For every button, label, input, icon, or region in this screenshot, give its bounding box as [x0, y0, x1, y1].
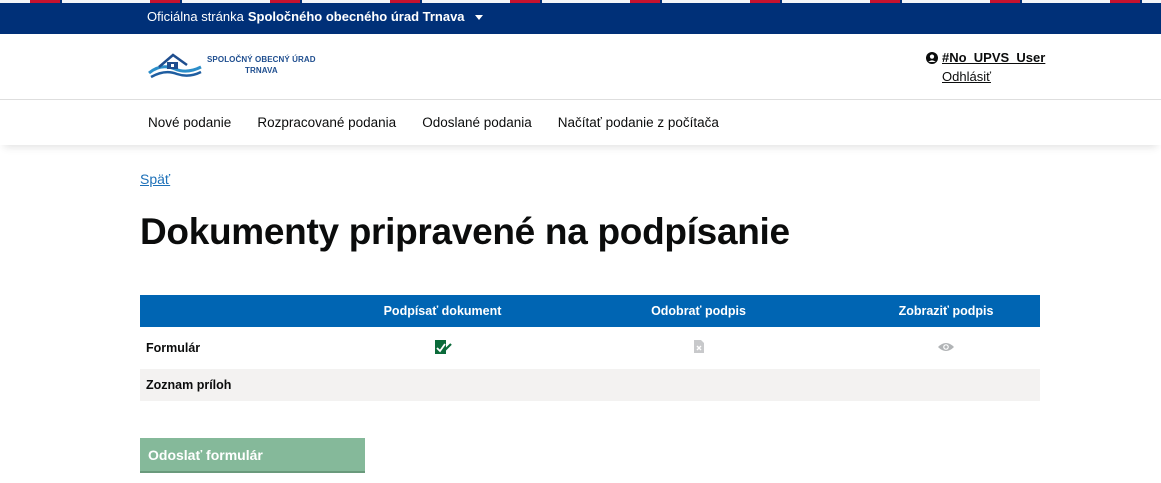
- back-link[interactable]: Späť: [140, 171, 170, 187]
- user-profile-link[interactable]: #No_UPVS_User: [926, 50, 1045, 65]
- table-header-show-signature: Zobraziť podpis: [852, 295, 1040, 327]
- user-block: #No_UPVS_User Odhlásiť: [926, 50, 1045, 84]
- table-cell-empty: [340, 369, 545, 401]
- table-cell-empty: [545, 369, 852, 401]
- sign-document-cell: [340, 327, 545, 369]
- page-title: Dokumenty pripravené na podpísanie: [140, 211, 790, 252]
- site-logo[interactable]: SPOLOČNÝ OBECNÝ ÚRAD TRNAVA: [147, 51, 316, 79]
- logo-text: SPOLOČNÝ OBECNÝ ÚRAD TRNAVA: [207, 54, 316, 76]
- remove-signature-icon: [693, 340, 704, 353]
- official-site-org: Spoločného obecného úrad Trnava: [247, 9, 465, 24]
- main-navigation: Nové podanie Rozpracované podania Odosla…: [0, 100, 1161, 145]
- remove-signature-cell: [545, 327, 852, 369]
- house-logo-icon: [148, 53, 202, 79]
- logout-link[interactable]: Odhlásiť: [942, 69, 1045, 84]
- table-header-sign: Podpísať dokument: [340, 295, 545, 327]
- show-signature-cell: [852, 327, 1040, 369]
- chevron-down-icon: [474, 15, 483, 20]
- documents-table: Podpísať dokument Odobrať podpis Zobrazi…: [140, 295, 1040, 401]
- official-site-prefix: Oficiálna stránka: [147, 9, 244, 24]
- table-row: Formulár: [140, 327, 1040, 369]
- table-header-row: Podpísať dokument Odobrať podpis Zobrazi…: [140, 295, 1040, 327]
- nav-item-new-submission[interactable]: Nové podanie: [148, 115, 231, 130]
- logo-line-2: TRNAVA: [244, 66, 278, 75]
- row-label-attachments: Zoznam príloh: [140, 369, 340, 401]
- table-header-remove-signature: Odobrať podpis: [545, 295, 852, 327]
- flag-stripes: [0, 0, 1161, 3]
- logo-line-1: SPOLOČNÝ OBECNÝ ÚRAD: [207, 55, 316, 64]
- table-row: Zoznam príloh: [140, 369, 1040, 401]
- nav-item-load-from-computer[interactable]: Načítať podanie z počítača: [558, 115, 719, 130]
- row-label-form: Formulár: [146, 341, 201, 355]
- table-header-empty: [140, 295, 340, 327]
- submit-form-button[interactable]: Odoslať formulár: [140, 438, 365, 473]
- user-icon: [926, 51, 938, 64]
- table-cell-empty: [852, 369, 1040, 401]
- site-header: SPOLOČNÝ OBECNÝ ÚRAD TRNAVA #No_UPVS_Use…: [0, 34, 1161, 100]
- eye-icon: [938, 342, 954, 351]
- sign-document-icon[interactable]: [434, 339, 452, 355]
- user-name: #No_UPVS_User: [942, 50, 1046, 65]
- nav-item-drafts[interactable]: Rozpracované podania: [257, 115, 396, 130]
- government-topbar: Oficiálna stránka Spoločného obecného úr…: [0, 0, 1161, 34]
- official-site-toggle[interactable]: Oficiálna stránka Spoločného obecného úr…: [147, 9, 483, 24]
- nav-item-sent[interactable]: Odoslané podania: [422, 115, 532, 130]
